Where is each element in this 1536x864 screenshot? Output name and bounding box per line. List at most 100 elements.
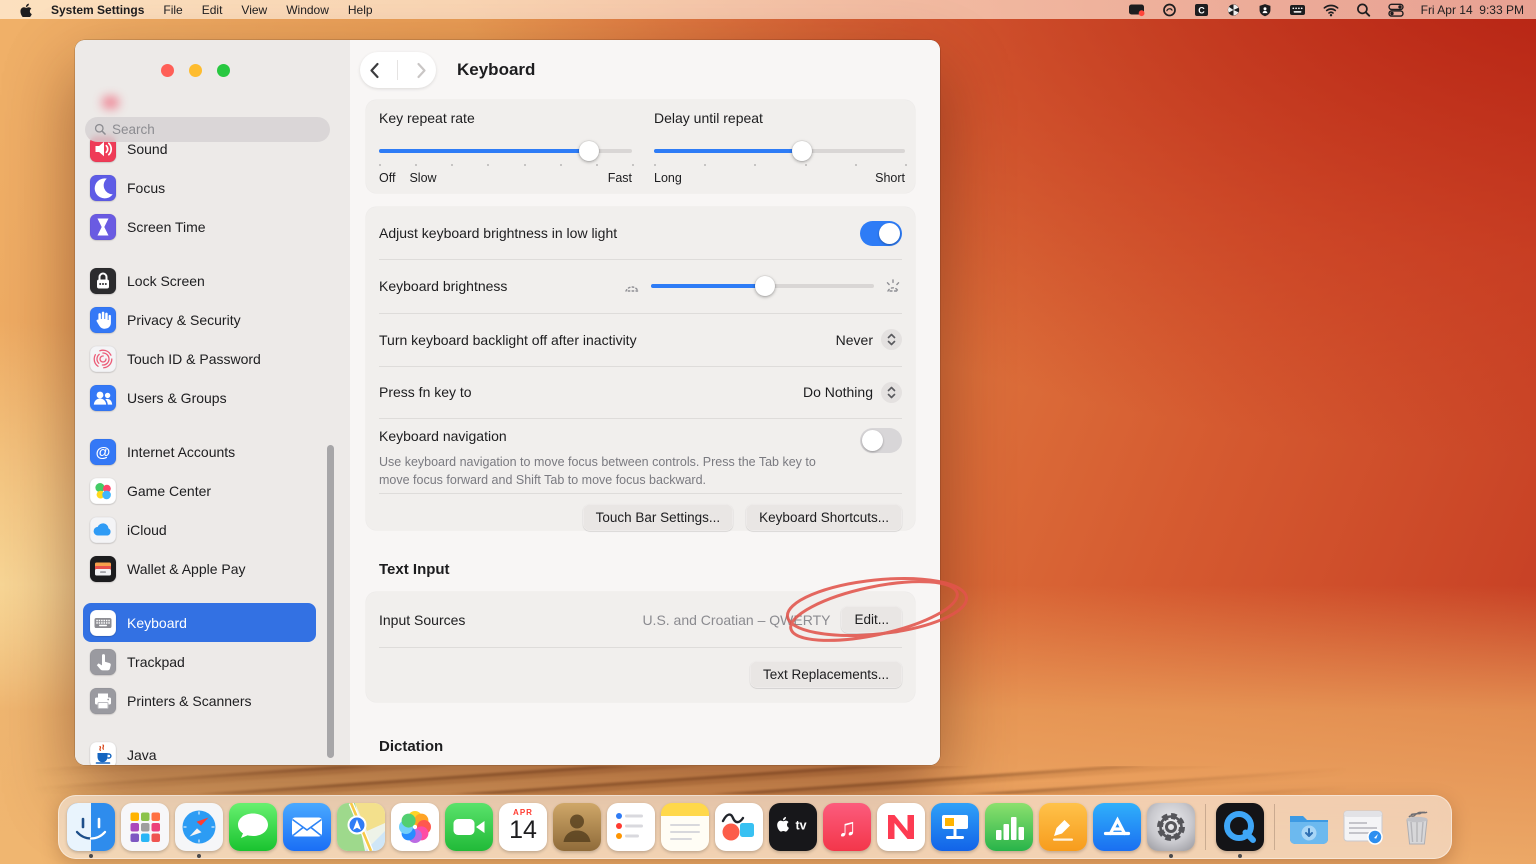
dock-item-facetime[interactable]	[445, 795, 493, 859]
slider-knob[interactable]	[755, 276, 775, 296]
row-adjust-brightness: Adjust keyboard brightness in low light	[366, 207, 915, 259]
dock-item-system-settings[interactable]	[1147, 795, 1195, 859]
sidebar-item-label: iCloud	[127, 522, 167, 538]
menubar-menu-file[interactable]: File	[163, 3, 182, 17]
dock-item-maps[interactable]	[337, 795, 385, 859]
dock-item-trash[interactable]	[1393, 795, 1441, 859]
moon-icon	[90, 175, 116, 201]
keyboard-brightness-slider[interactable]	[651, 276, 874, 296]
sidebar-item-label: Lock Screen	[127, 273, 205, 289]
display-recording-icon[interactable]	[1128, 3, 1145, 17]
privacy-shield-icon[interactable]	[1258, 3, 1272, 17]
dock-item-numbers[interactable]	[985, 795, 1033, 859]
dock-item-messages[interactable]	[229, 795, 277, 859]
window-zoom-button[interactable]	[217, 64, 230, 77]
dock-item-news[interactable]	[877, 795, 925, 859]
dock-item-music[interactable]: ♫	[823, 795, 871, 859]
sidebar-scrollbar[interactable]	[327, 445, 334, 758]
dock-item-freeform[interactable]	[715, 795, 763, 859]
printer-icon	[90, 688, 116, 714]
dock-item-keynote[interactable]	[931, 795, 979, 859]
apple-menu-icon[interactable]	[19, 2, 32, 17]
slider-knob[interactable]	[792, 141, 812, 161]
keynote-icon	[931, 803, 979, 851]
dock-item-appletv[interactable]: tv	[769, 795, 817, 859]
sidebar-item-touch-id-password[interactable]: Touch ID & Password	[83, 339, 316, 378]
keyboard-viewer-icon[interactable]	[1289, 3, 1306, 17]
delay-until-repeat-slider[interactable]	[654, 141, 905, 161]
dock-item-calendar[interactable]: APR14	[499, 795, 547, 859]
sidebar-item-focus[interactable]: Focus	[83, 168, 316, 207]
sidebar-item-label: Internet Accounts	[127, 444, 235, 460]
maps-icon	[337, 803, 385, 851]
touch-bar-settings-button[interactable]: Touch Bar Settings...	[583, 504, 734, 531]
minimized-window-icon	[1339, 803, 1387, 851]
hand-icon	[90, 307, 116, 333]
window-minimize-button[interactable]	[189, 64, 202, 77]
creative-cloud-icon[interactable]	[1162, 3, 1177, 17]
sidebar-item-wallet-apple-pay[interactable]: Wallet & Apple Pay	[83, 549, 316, 588]
sidebar-item-java[interactable]: Java	[83, 735, 316, 765]
sidebar-item-screen-time[interactable]: Screen Time	[83, 207, 316, 246]
fn-key-popup[interactable]: Do Nothing	[803, 382, 902, 403]
appstore-icon	[1093, 803, 1141, 851]
search-input[interactable]: Search	[85, 117, 330, 142]
dock-item-pages[interactable]	[1039, 795, 1087, 859]
key-repeat-fast-label: Fast	[608, 171, 632, 185]
page-title: Keyboard	[457, 60, 535, 80]
search-placeholder: Search	[112, 122, 155, 137]
slider-knob[interactable]	[579, 141, 599, 161]
keyboard-shortcuts-button[interactable]: Keyboard Shortcuts...	[746, 504, 902, 531]
dock-item-notes[interactable]	[661, 795, 709, 859]
sidebar-item-lock-screen[interactable]: Lock Screen	[83, 261, 316, 300]
spotlight-search-icon[interactable]	[1356, 3, 1371, 17]
edit-input-sources-button[interactable]: Edit...	[841, 606, 902, 633]
menubar-menu-help[interactable]: Help	[348, 3, 373, 17]
dock-item-finder[interactable]	[67, 795, 115, 859]
control-center-icon[interactable]	[1388, 3, 1404, 17]
keyboard-navigation-toggle[interactable]	[860, 428, 902, 453]
pinwheel-shield-icon[interactable]	[1226, 3, 1241, 17]
wifi-icon[interactable]	[1323, 3, 1339, 17]
sidebar-item-internet-accounts[interactable]: @Internet Accounts	[83, 432, 316, 471]
menubar-menu-edit[interactable]: Edit	[202, 3, 223, 17]
sidebar-item-printers-scanners[interactable]: Printers & Scanners	[83, 681, 316, 720]
facetime-icon	[445, 803, 493, 851]
sidebar-item-icloud[interactable]: iCloud	[83, 510, 316, 549]
dock-item-minimized-window[interactable]	[1339, 795, 1387, 859]
sidebar-item-keyboard[interactable]: Keyboard	[83, 603, 316, 642]
dock-item-contacts[interactable]	[553, 795, 601, 859]
menubar-app-name[interactable]: System Settings	[51, 3, 144, 17]
sidebar-item-label: Users & Groups	[127, 390, 227, 406]
window-close-button[interactable]	[161, 64, 174, 77]
forward-button[interactable]	[416, 62, 427, 79]
dock-item-safari[interactable]	[175, 795, 223, 859]
back-button[interactable]	[369, 62, 380, 79]
sidebar-item-trackpad[interactable]: Trackpad	[83, 642, 316, 681]
desktop: System Settings File Edit View Window Help C…	[0, 0, 1536, 864]
key-repeat-rate-slider[interactable]	[379, 141, 632, 161]
notes-icon	[661, 803, 709, 851]
trash-icon	[1393, 803, 1441, 851]
backlight-off-popup[interactable]: Never	[836, 329, 902, 350]
menu-bar: System Settings File Edit View Window Help C…	[0, 0, 1536, 19]
dock-item-photos[interactable]	[391, 795, 439, 859]
sidebar-item-label: Screen Time	[127, 219, 206, 235]
sidebar-item-label: Sound	[127, 141, 167, 157]
sidebar-item-game-center[interactable]: Game Center	[83, 471, 316, 510]
dock-item-quicktime[interactable]	[1216, 795, 1264, 859]
sidebar-item-privacy-security[interactable]: Privacy & Security	[83, 300, 316, 339]
dock-item-downloads[interactable]	[1285, 795, 1333, 859]
text-replacements-button[interactable]: Text Replacements...	[750, 661, 902, 688]
sidebar-item-users-groups[interactable]: Users & Groups	[83, 378, 316, 417]
menubar-menu-window[interactable]: Window	[286, 3, 329, 17]
dock-item-reminders[interactable]	[607, 795, 655, 859]
dock-item-launchpad[interactable]	[121, 795, 169, 859]
adjust-brightness-toggle[interactable]	[860, 221, 902, 246]
menubar-menu-view[interactable]: View	[241, 3, 267, 17]
dock-item-appstore[interactable]	[1093, 795, 1141, 859]
svg-text:♫: ♫	[838, 814, 857, 842]
menubar-clock[interactable]: Fri Apr 14 9:33 PM	[1421, 3, 1524, 17]
contrast-square-icon[interactable]: C	[1194, 3, 1209, 17]
dock-item-mail[interactable]	[283, 795, 331, 859]
